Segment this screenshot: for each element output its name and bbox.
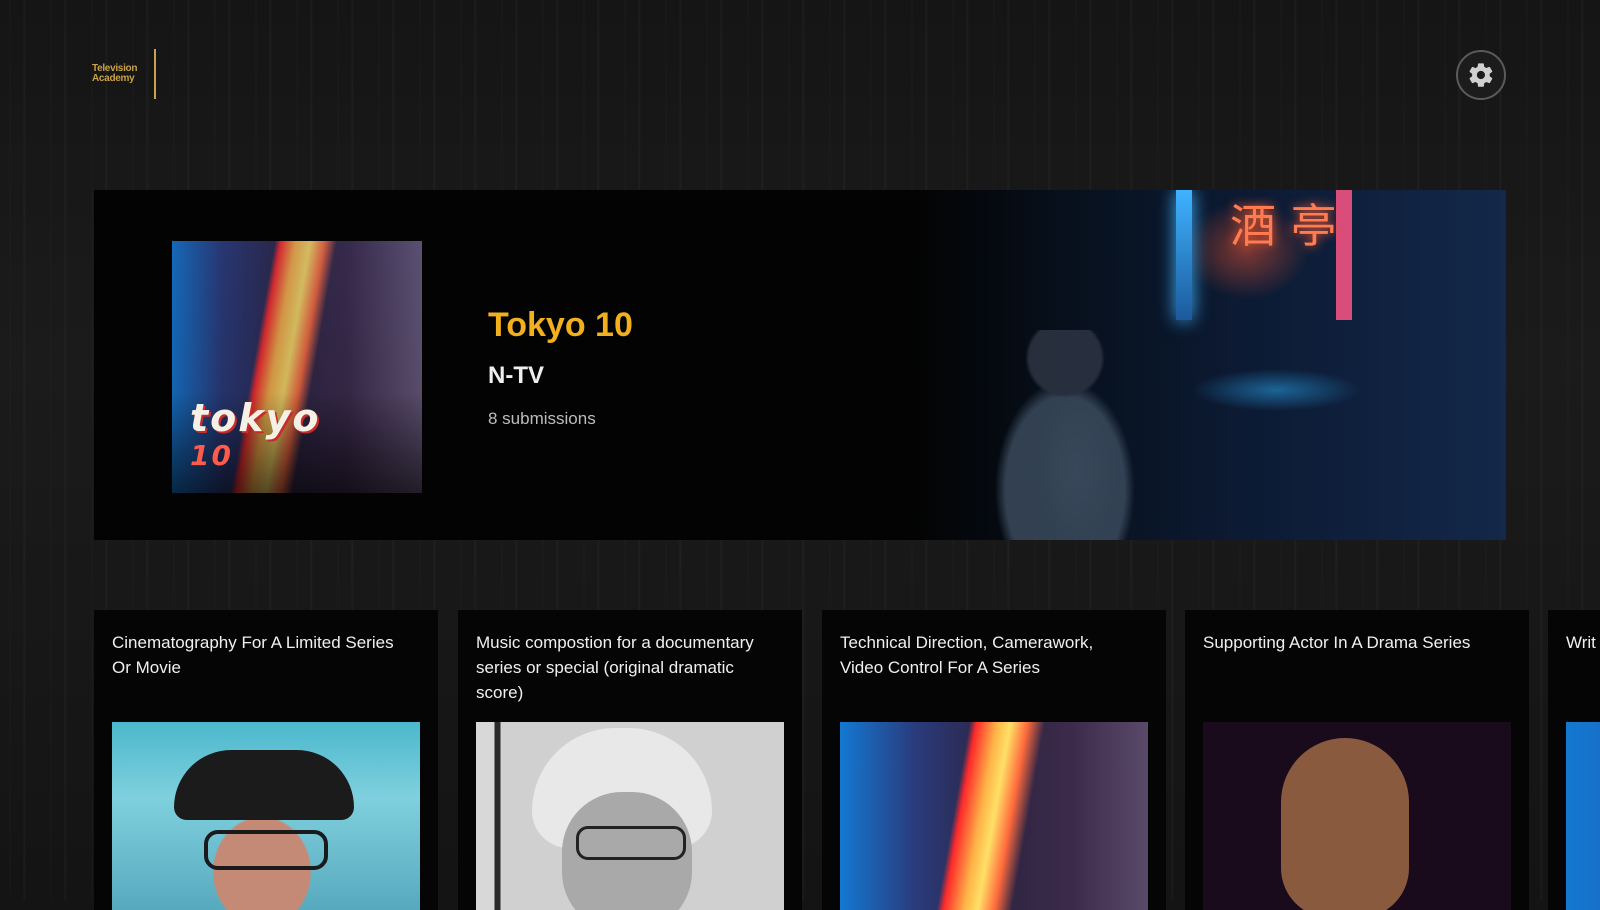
poster-title-word: tokyo: [190, 396, 321, 440]
category-title: Cinematography For A Limited Series Or M…: [112, 633, 394, 677]
featured-channel: N-TV: [488, 362, 544, 389]
category-card[interactable]: Supporting Actor In A Drama Series: [1185, 610, 1529, 910]
category-title: Supporting Actor In A Drama Series: [1203, 633, 1471, 652]
poster-title: tokyo 10: [190, 399, 320, 473]
category-title: Music compostion for a documentary serie…: [476, 633, 754, 702]
featured-poster[interactable]: tokyo 10: [172, 241, 422, 493]
category-thumbnail: [476, 722, 784, 910]
television-academy-logo[interactable]: Television Academy: [92, 48, 160, 100]
thumbnail-detail: [174, 750, 354, 820]
thumbnail-detail: [1281, 738, 1409, 910]
category-thumbnail: [1203, 722, 1511, 910]
neon-sign: 酒 亭: [1230, 199, 1337, 253]
category-title: Technical Direction, Camerawork, Video C…: [840, 633, 1094, 677]
category-card[interactable]: Cinematography For A Limited Series Or M…: [94, 610, 438, 910]
settings-button[interactable]: [1456, 50, 1506, 100]
category-title: Writ: [1566, 633, 1596, 652]
category-card[interactable]: Technical Direction, Camerawork, Video C…: [822, 610, 1166, 910]
featured-submission-count: 8 submissions: [488, 409, 596, 428]
logo-divider: [154, 49, 156, 99]
category-row: Cinematography For A Limited Series Or M…: [0, 610, 1600, 910]
logo-text: Television Academy: [92, 63, 138, 84]
poster-title-number: 10: [190, 439, 233, 472]
category-thumbnail: [1566, 722, 1600, 910]
featured-title: Tokyo 10: [488, 306, 633, 344]
thumbnail-detail: [576, 826, 686, 860]
category-card[interactable]: Writ: [1548, 610, 1600, 910]
gear-icon: [1469, 63, 1493, 87]
category-thumbnail: [112, 722, 420, 910]
category-thumbnail: [840, 722, 1148, 910]
thumbnail-detail: [204, 830, 328, 870]
background-figure: [990, 330, 1140, 540]
category-card[interactable]: Music compostion for a documentary serie…: [458, 610, 802, 910]
